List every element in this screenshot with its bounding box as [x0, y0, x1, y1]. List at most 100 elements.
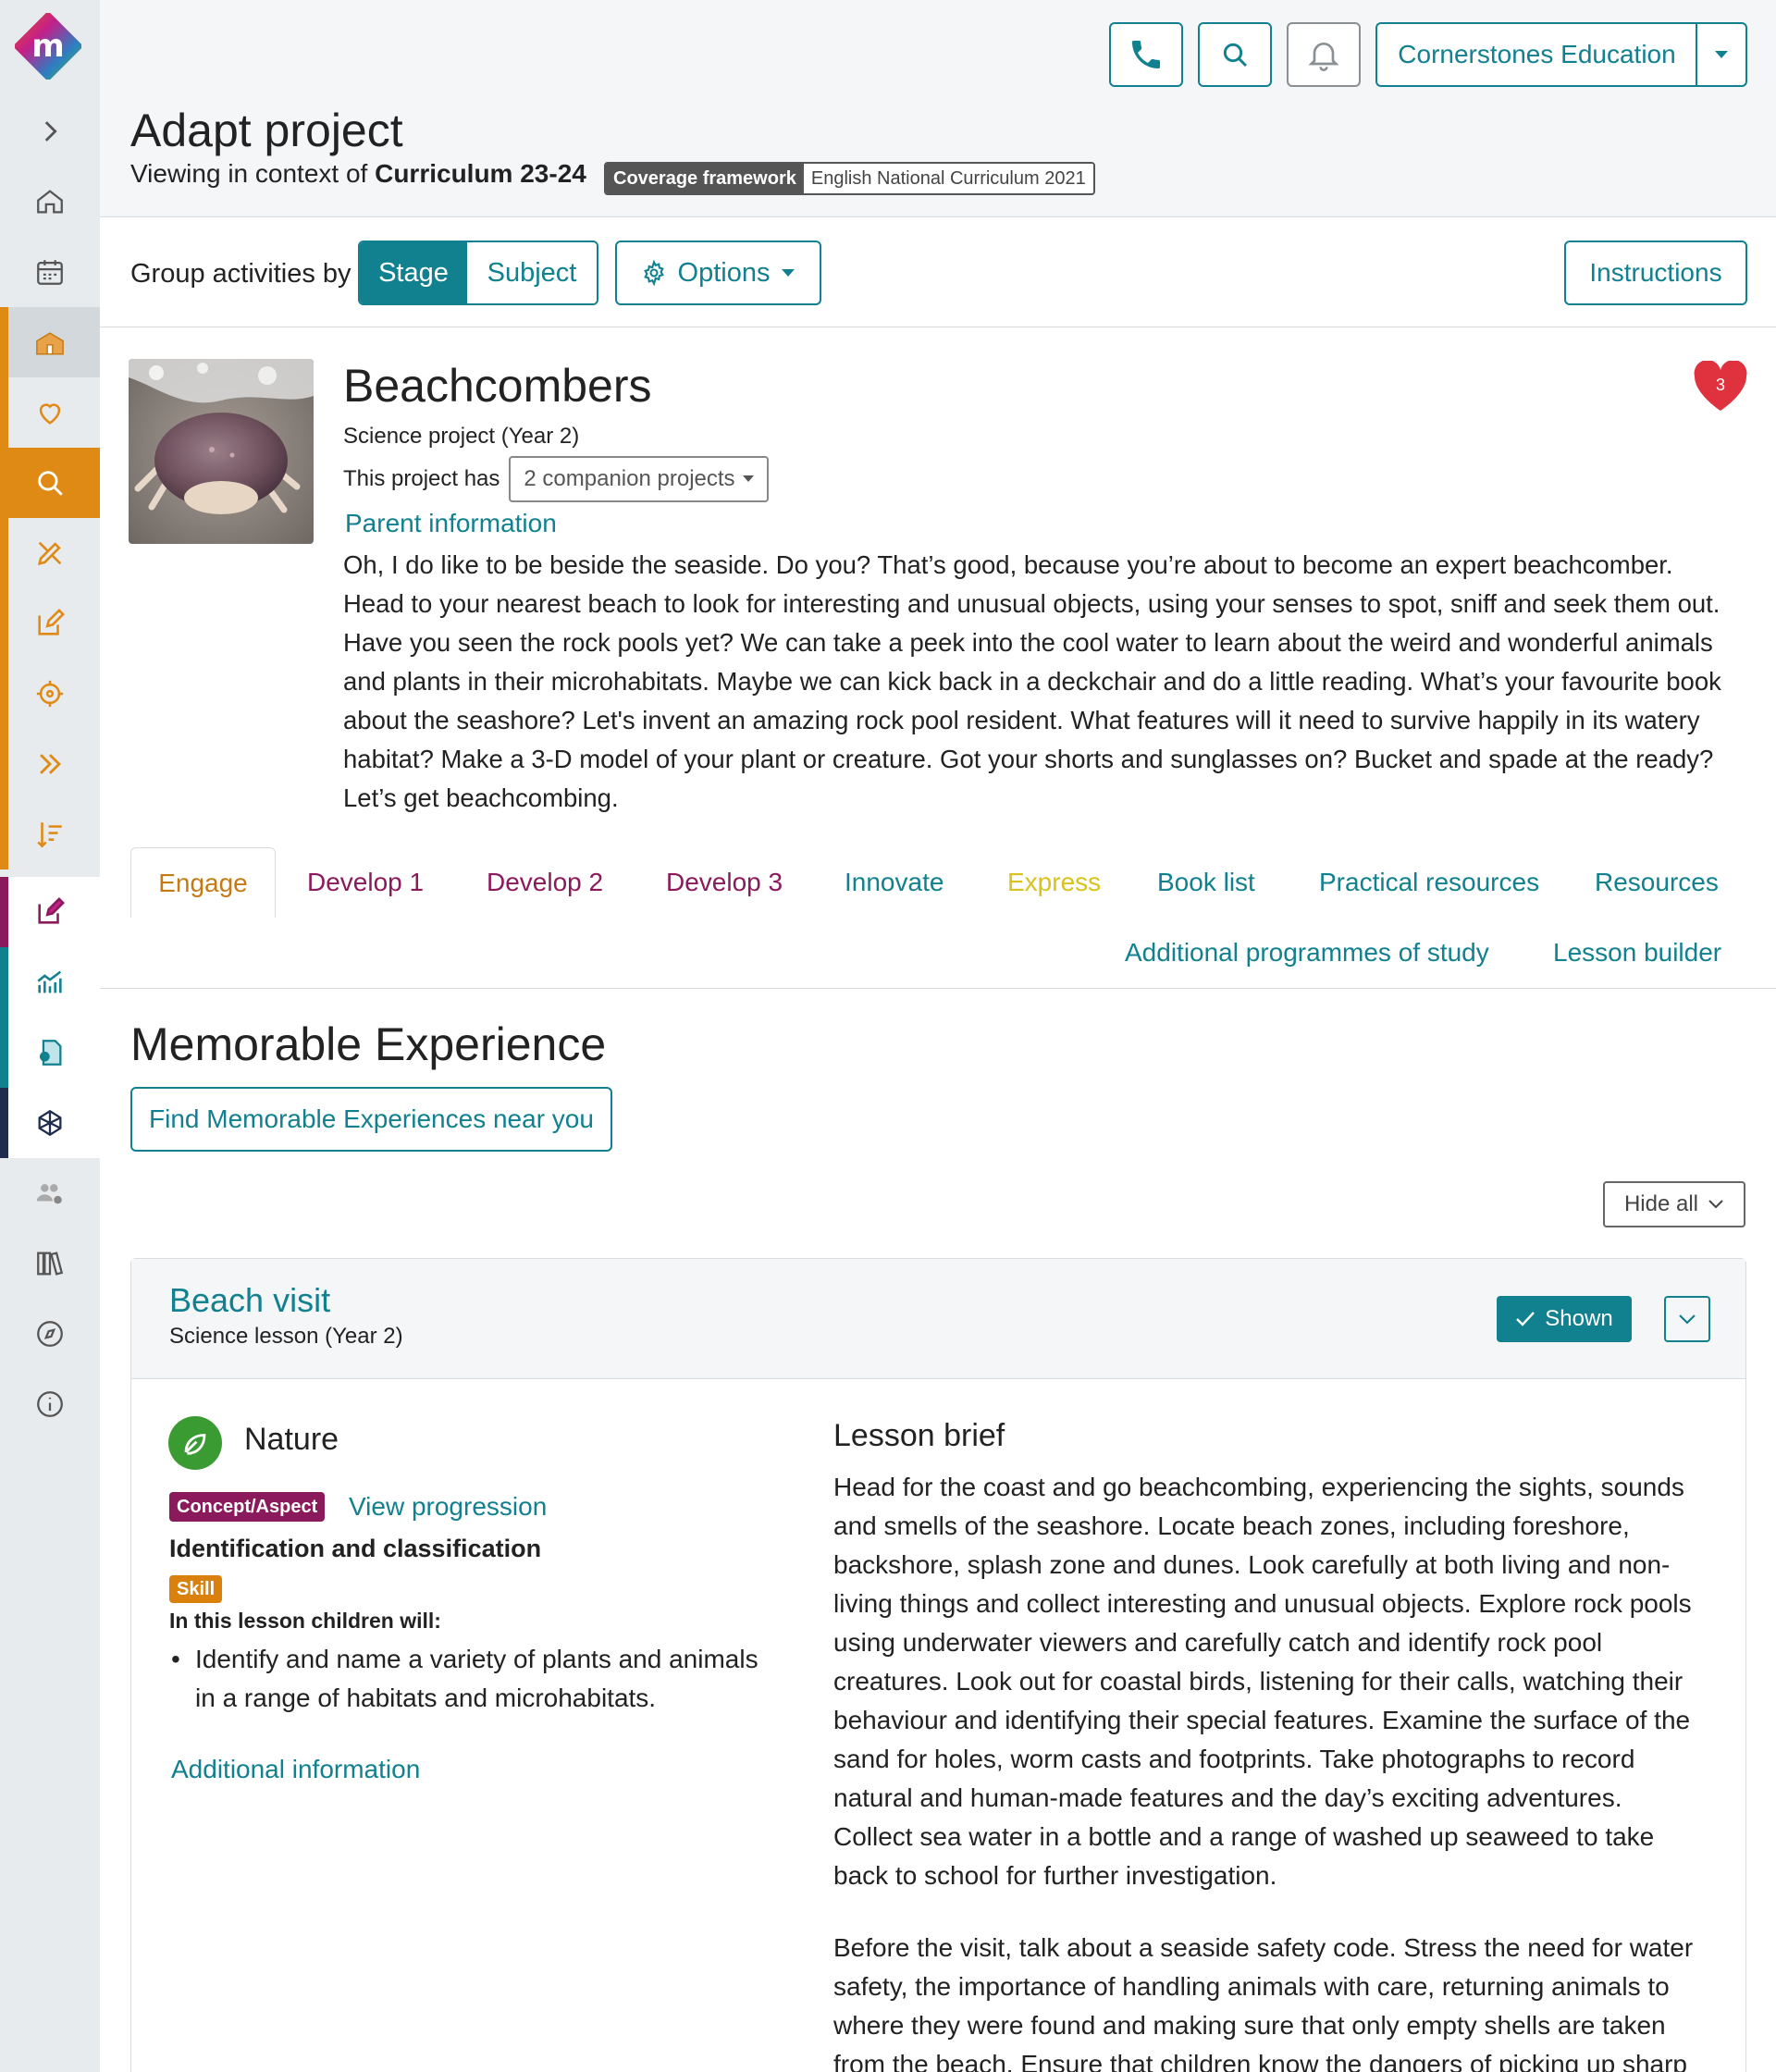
context-value: Curriculum 23-24	[375, 159, 586, 188]
info-icon	[37, 1391, 63, 1417]
users-settings-icon	[36, 1184, 62, 1204]
instructions-button[interactable]: Instructions	[1564, 240, 1747, 305]
sidebar-item-explore[interactable]	[0, 1299, 100, 1369]
toolbar: Group activities by Stage Subject Option…	[100, 218, 1776, 327]
assessment-icon	[38, 897, 65, 924]
coverage-framework-badge: Coverage framework English National Curr…	[604, 162, 1095, 195]
outcome-list: Identify and name a variety of plants an…	[169, 1640, 761, 1718]
group-by-stage[interactable]: Stage	[360, 242, 467, 303]
header: Cornerstones Education Adapt project Vie…	[100, 0, 1776, 217]
chevron-right-icon	[44, 121, 57, 142]
group-by-subject[interactable]: Subject	[467, 242, 597, 303]
view-progression-link[interactable]: View progression	[349, 1492, 547, 1522]
companion-projects-row: This project has 2 companion projects	[343, 456, 769, 502]
tab-develop-1[interactable]: Develop 1	[307, 847, 424, 918]
companion-projects-dropdown[interactable]: 2 companion projects	[509, 456, 769, 502]
shown-label: Shown	[1545, 1306, 1613, 1331]
sidebar-item-analytics[interactable]	[0, 947, 100, 1018]
group-by-toggle: Stage Subject	[358, 240, 598, 305]
phone-icon	[1132, 41, 1160, 68]
tab-innovate[interactable]: Innovate	[845, 847, 944, 918]
caret-down-icon	[742, 475, 754, 482]
crab-photo	[129, 359, 314, 544]
sidebar-item-target[interactable]	[0, 659, 100, 729]
calendar-icon	[37, 260, 63, 285]
sort-icon	[37, 822, 62, 848]
sidebar-item-assessment[interactable]	[0, 877, 100, 947]
sidebar-item-search[interactable]	[0, 448, 100, 518]
hide-all-button[interactable]: Hide all	[1603, 1181, 1745, 1227]
sidebar-item-users[interactable]	[0, 1158, 100, 1228]
sidebar-expand[interactable]	[0, 96, 100, 166]
favourites-count: 3	[1716, 376, 1725, 394]
project-tabs: Engage Develop 1 Develop 2 Develop 3 Inn…	[100, 845, 1776, 989]
tab-develop-3[interactable]: Develop 3	[666, 847, 783, 918]
favourites-button[interactable]: 3	[1693, 360, 1748, 413]
sidebar-item-library[interactable]	[0, 1228, 100, 1299]
lesson-title[interactable]: Beach visit	[169, 1281, 330, 1320]
caret-down-icon	[1715, 51, 1728, 58]
sidebar-item-school[interactable]	[0, 307, 100, 377]
target-icon	[36, 680, 64, 708]
options-button[interactable]: Options	[615, 240, 821, 305]
library-icon	[37, 1252, 64, 1276]
lesson-brief-title: Lesson brief	[833, 1418, 1005, 1453]
network-icon	[38, 1109, 62, 1137]
framework-value: English National Curriculum 2021	[803, 164, 1093, 193]
heart-icon: 3	[1694, 360, 1747, 411]
svg-text:m: m	[31, 28, 64, 65]
bell-icon	[1308, 43, 1339, 71]
sidebar-item-network[interactable]	[0, 1088, 100, 1158]
tab-practical-resources[interactable]: Practical resources	[1319, 847, 1539, 918]
section-title: Memorable Experience	[130, 1018, 607, 1070]
sidebar-item-progress[interactable]	[0, 729, 100, 799]
sidebar-item-calendar[interactable]	[0, 237, 100, 307]
sidebar-item-edit[interactable]	[0, 588, 100, 659]
additional-information-link[interactable]: Additional information	[171, 1755, 420, 1784]
tab-additional-programmes[interactable]: Additional programmes of study	[1125, 918, 1489, 988]
notifications-button[interactable]	[1287, 22, 1361, 87]
tab-express[interactable]: Express	[1007, 847, 1101, 918]
tab-engage[interactable]: Engage	[130, 847, 276, 918]
sidebar-item-home[interactable]	[0, 166, 100, 237]
phone-button[interactable]	[1109, 22, 1183, 87]
tab-develop-2[interactable]: Develop 2	[487, 847, 603, 918]
organisation-dropdown-toggle[interactable]	[1696, 22, 1747, 87]
edit-icon	[38, 609, 65, 635]
project-image	[129, 359, 314, 544]
double-chevron-icon	[40, 754, 61, 774]
project-subtitle: Science project (Year 2)	[343, 424, 580, 449]
shown-toggle-button[interactable]: Shown	[1497, 1296, 1632, 1342]
project-title: Beachcombers	[343, 360, 652, 412]
home-icon	[37, 190, 63, 214]
companion-value: 2 companion projects	[524, 466, 735, 491]
sidebar-item-info[interactable]	[0, 1369, 100, 1439]
companion-prefix: This project has	[343, 466, 500, 491]
chart-icon	[37, 970, 62, 993]
school-icon	[36, 332, 64, 355]
sidebar-item-sort[interactable]	[0, 799, 100, 870]
search-button[interactable]	[1198, 22, 1272, 87]
sidebar-item-planning[interactable]	[0, 518, 100, 588]
check-icon	[1516, 1312, 1536, 1326]
parent-information-link[interactable]: Parent information	[345, 509, 557, 538]
sidebar-item-favourites[interactable]	[0, 377, 100, 448]
list-item: Identify and name a variety of plants an…	[169, 1640, 761, 1718]
find-memorable-experiences-button[interactable]: Find Memorable Experiences near you	[130, 1087, 612, 1152]
logo[interactable]: m	[14, 12, 82, 80]
concept-aspect-badge: Concept/Aspect	[169, 1492, 326, 1522]
outcomes-heading: In this lesson children will:	[169, 1609, 441, 1633]
tab-lesson-builder[interactable]: Lesson builder	[1553, 918, 1721, 988]
pencil-ruler-icon	[37, 541, 62, 566]
hide-all-label: Hide all	[1623, 1191, 1699, 1216]
sidebar-item-certificates[interactable]	[0, 1018, 100, 1088]
sidebar: m	[0, 0, 100, 2072]
organisation-button[interactable]: Cornerstones Education	[1375, 22, 1696, 87]
chevron-down-icon	[1679, 1314, 1696, 1325]
context-prefix: Viewing in context of	[130, 159, 368, 188]
skill-badge: Skill	[169, 1575, 223, 1603]
tab-resources[interactable]: Resources	[1595, 847, 1719, 918]
caret-down-icon	[782, 269, 796, 277]
tab-book-list[interactable]: Book list	[1157, 847, 1255, 918]
expand-lesson-button[interactable]	[1664, 1296, 1710, 1342]
